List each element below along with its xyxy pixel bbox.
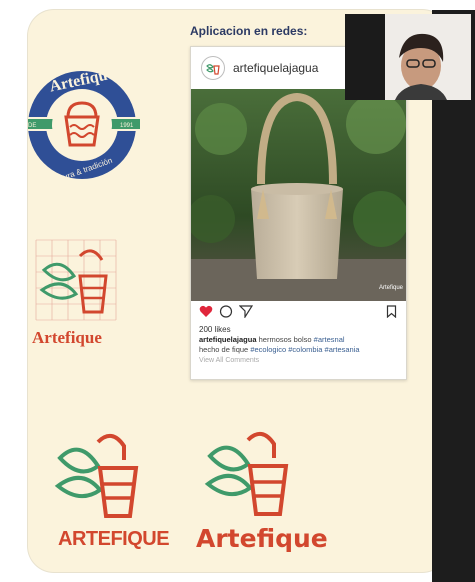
bookmark-icon[interactable] [386,305,397,318]
post-caption: artefiquelajagua hermosos bolso #artesna… [199,335,399,355]
grid-logo-word: Artefique [32,328,102,347]
send-icon[interactable] [239,305,253,318]
logo-icon [206,64,220,75]
rounded-logo-word: Artefique [196,524,328,553]
artefique-logo-icon-alt [204,432,289,516]
photo-watermark: Artefique [379,285,404,291]
profile-avatar[interactable] [201,56,225,80]
bold-logo-word: ARTEFIQUE [58,528,170,550]
artefique-seal-logo: DE 1991 Artefique Cultura & tradición [28,65,142,185]
caption-hashtag[interactable]: #artesnal [314,335,345,344]
grid-logo-icon [35,239,117,321]
artefique-logo-icon [54,434,139,518]
caption-text-line2: hecho de fique [199,345,249,354]
comment-icon[interactable] [219,305,233,318]
video-call-thumbnail[interactable] [345,14,471,100]
caption-text: hermosos bolso [258,335,312,344]
caption-username[interactable]: artefiquelajagua [199,335,257,344]
likes-count[interactable]: 200 likes [199,325,231,334]
seal-left-band: DE [28,123,36,129]
post-actions [199,305,397,321]
post-username[interactable]: artefiquelajagua [233,61,318,75]
view-comments-link[interactable]: View All Comments [199,357,259,364]
participant-video [345,14,471,100]
heart-icon[interactable] [199,305,213,318]
seal-right-band: 1991 [120,123,134,129]
caption-hashtags[interactable]: #ecologico #colombia #artesania [250,345,359,354]
section-title: Aplicacion en redes: [190,24,308,38]
bag-photo-image: Artefique [191,89,406,301]
